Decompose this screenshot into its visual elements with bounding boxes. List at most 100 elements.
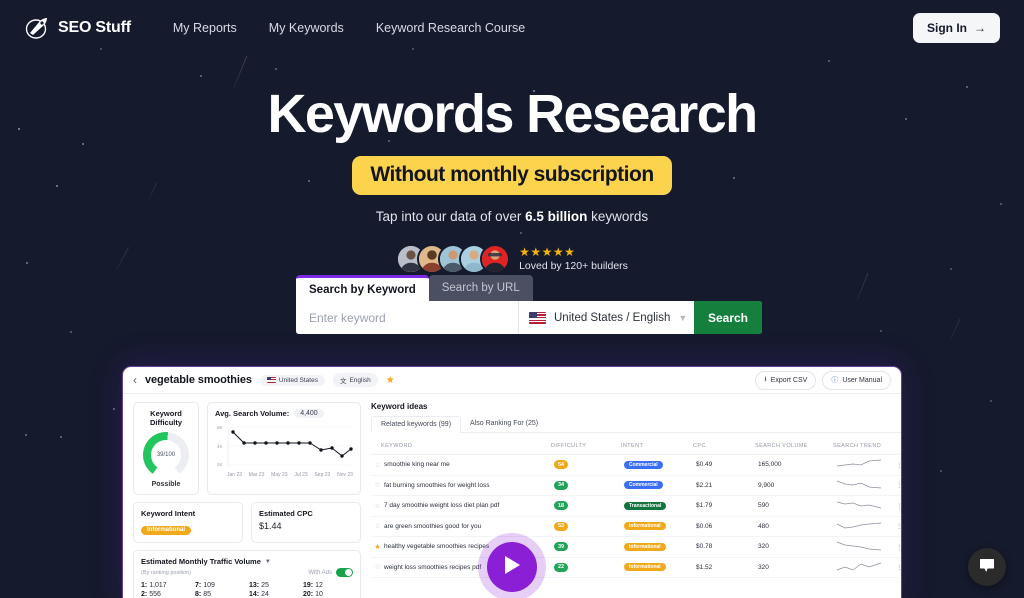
row-menu-icon[interactable]: ⋮ <box>896 563 901 571</box>
row-favorite-icon[interactable]: ☆ <box>371 461 384 469</box>
rocket-icon <box>24 15 50 41</box>
hero-sub-pre: Tap into our data of over <box>375 209 526 225</box>
page-root: SEO Stuff My Reports My Keywords Keyword… <box>0 0 1024 598</box>
app-keyword-title: vegetable smoothies <box>145 374 252 386</box>
row-search-trend-sparkline <box>836 478 896 493</box>
x-tick: Jul 23 <box>294 472 308 478</box>
search-tabs: Search by Keyword Search by URL <box>296 275 762 301</box>
row-menu-icon[interactable]: ⋮ <box>896 481 901 489</box>
estimated-cpc-value: $1.44 <box>259 521 282 531</box>
locale-label: United States / English <box>554 311 671 324</box>
brand-logo[interactable]: SEO Stuff <box>24 15 131 41</box>
locale-select[interactable]: United States / English ▼ <box>518 301 694 334</box>
user-manual-button[interactable]: ⓘ User Manual <box>822 370 891 390</box>
export-csv-button[interactable]: ⭳ Export CSV <box>755 370 817 390</box>
chevron-left-icon[interactable]: ‹ <box>133 373 137 387</box>
export-csv-label: Export CSV <box>770 376 808 384</box>
hero-subtitle: Tap into our data of over 6.5 billion ke… <box>0 209 1024 224</box>
language-pill[interactable]: 文 English <box>332 373 378 387</box>
row-search-trend-sparkline <box>836 457 896 472</box>
row-keyword: are green smoothies good for you <box>384 522 482 530</box>
country-pill-label: United States <box>278 376 318 384</box>
arrow-right-icon: → <box>974 21 986 35</box>
traffic-cell: 19: 12 <box>303 582 323 589</box>
table-row[interactable]: ☆ are green smoothies good for you 53 In… <box>371 517 901 537</box>
table-row[interactable]: ☆ weight loss smoothies recipes pdf 22 I… <box>371 558 901 578</box>
tab-search-by-url[interactable]: Search by URL <box>428 275 533 301</box>
tab-search-by-keyword[interactable]: Search by Keyword <box>296 275 429 301</box>
avg-search-volume-value: 4,400 <box>294 409 324 418</box>
row-favorite-icon[interactable]: ★ <box>371 543 384 551</box>
chevron-down-icon[interactable]: ▼ <box>265 559 271 565</box>
keyword-ideas-column: Keyword ideas Related keywords (99) Also… <box>371 402 903 598</box>
row-menu-icon[interactable]: ⋮ <box>896 522 901 530</box>
row-cpc: $0.49 <box>696 461 713 469</box>
search-input[interactable] <box>296 301 518 334</box>
row-menu-icon[interactable]: ⋮ <box>896 502 901 510</box>
row-intent: Informational <box>624 542 696 551</box>
traffic-volume-title: Estimated Monthly Traffic Volume <box>141 557 261 566</box>
column-header-keyword: KEYWORD <box>381 443 413 449</box>
row-cpc: $2.21 <box>696 481 713 489</box>
tab-related-keywords[interactable]: Related keywords (99) <box>371 416 462 433</box>
column-header-intent: INTENT <box>621 443 644 449</box>
row-cpc: $0.06 <box>696 522 713 530</box>
table-scrollbar[interactable] <box>902 439 903 501</box>
row-search-volume: 320 <box>758 563 769 571</box>
row-menu-icon[interactable]: ⋮ <box>896 543 901 551</box>
row-favorite-icon[interactable]: ☆ <box>371 502 384 510</box>
row-search-volume: 9,900 <box>758 481 775 489</box>
tab-also-ranking-for[interactable]: Also Ranking For (25) <box>461 416 547 432</box>
traffic-cell: 2: 556 <box>141 591 161 598</box>
us-flag-icon <box>529 311 546 324</box>
chat-bubble-icon <box>978 556 996 579</box>
sign-in-button[interactable]: Sign In → <box>913 13 1000 43</box>
row-difficulty: 18 <box>554 501 624 511</box>
row-favorite-icon[interactable]: ☆ <box>371 481 384 489</box>
favorite-star-icon[interactable]: ★ <box>386 375 395 386</box>
row-intent: Commercial <box>624 481 696 490</box>
keyword-ideas-table: KEYWORD DIFFICULTY INTENT CPC SEARCH VOL… <box>371 439 903 578</box>
translate-icon: 文 <box>339 378 347 385</box>
play-video-button[interactable] <box>487 542 537 592</box>
keyword-difficulty-card: Keyword Difficulty 39/100 Possible <box>133 402 199 495</box>
row-favorite-icon[interactable]: ☆ <box>371 563 384 571</box>
download-icon: ⭳ <box>764 375 767 383</box>
hero-sub-highlight: 6.5 billion <box>525 209 588 225</box>
table-row[interactable]: ★ healthy vegetable smoothies recipes 39… <box>371 537 901 558</box>
nav-item-my-keywords[interactable]: My Keywords <box>269 21 344 35</box>
traffic-volume-grid: 1: 1,017 7: 109 13: 25 19: 12 2: 556 8: … <box>141 582 353 598</box>
traffic-cell: 14: 24 <box>249 591 269 598</box>
nav-item-my-reports[interactable]: My Reports <box>173 21 237 35</box>
table-row[interactable]: ☆ fat burning smoothies for weight loss … <box>371 476 901 496</box>
row-search-volume: 165,000 <box>758 461 782 469</box>
row-menu-icon[interactable]: ⋮ <box>896 461 901 469</box>
row-search-trend-sparkline <box>836 539 896 554</box>
estimated-cpc-title: Estimated CPC <box>259 509 313 518</box>
table-row[interactable]: ☆ smoothie king near me 54 Commercial $0… <box>371 455 901 476</box>
column-header-difficulty: DIFFICULTY <box>551 443 587 449</box>
social-proof: ★★★★★ Loved by 120+ builders <box>0 244 1024 275</box>
search-button[interactable]: Search <box>694 301 762 334</box>
row-intent: Informational <box>624 522 696 531</box>
with-ads-label: With Ads <box>308 569 332 576</box>
social-proof-text: ★★★★★ Loved by 120+ builders <box>519 245 628 273</box>
search-volume-chart: 6K 4K 2K <box>215 421 353 471</box>
keyword-intent-title: Keyword Intent <box>141 509 196 518</box>
row-favorite-icon[interactable]: ☆ <box>371 522 384 530</box>
nav-item-keyword-research-course[interactable]: Keyword Research Course <box>376 21 525 35</box>
x-tick: May 23 <box>271 472 288 478</box>
table-row[interactable]: ☆ 7 day smoothie weight loss diet plan p… <box>371 496 901 517</box>
svg-text:6K: 6K <box>217 425 223 430</box>
svg-text:2K: 2K <box>217 462 223 467</box>
country-pill[interactable]: United States <box>259 374 325 386</box>
row-keyword: fat burning smoothies for weight loss <box>384 481 490 489</box>
row-cpc: $1.52 <box>696 563 713 571</box>
difficulty-value: 39/100 <box>156 452 176 458</box>
chat-widget-button[interactable] <box>968 548 1006 586</box>
traffic-cell: 13: 25 <box>249 582 269 589</box>
column-header-cpc: CPC <box>693 443 706 449</box>
avatar-group <box>396 244 511 275</box>
with-ads-toggle[interactable] <box>336 568 353 577</box>
row-keyword: 7 day smoothie weight loss diet plan pdf <box>384 502 500 510</box>
